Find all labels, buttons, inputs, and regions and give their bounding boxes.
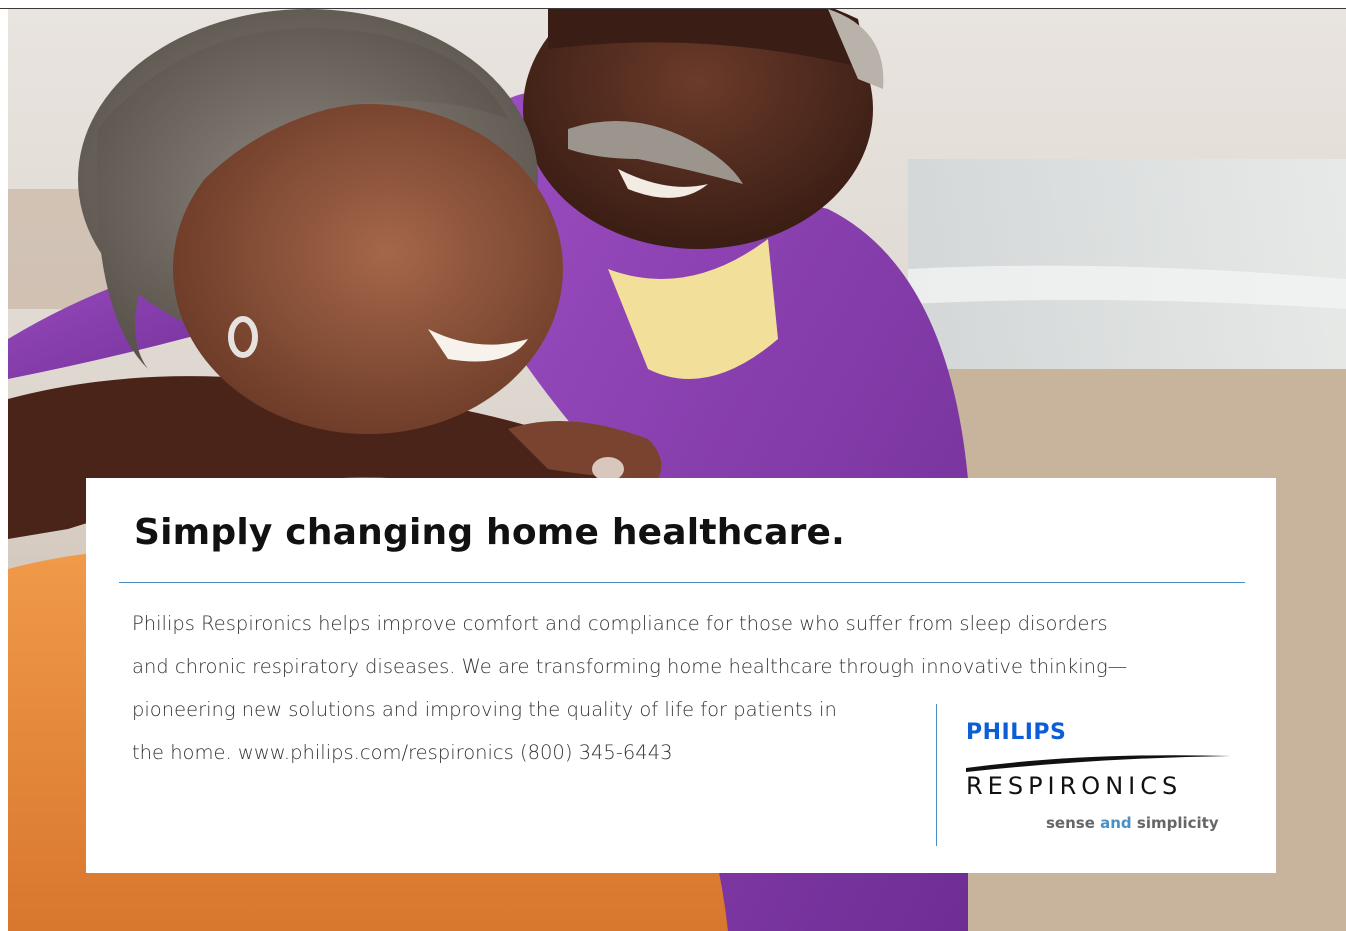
ad-headline: Simply changing home healthcare. xyxy=(134,512,846,553)
top-border xyxy=(0,0,1346,9)
swoosh-icon xyxy=(966,755,1231,772)
philips-wordmark: PHILIPS xyxy=(966,720,1067,745)
tagline-word-accent: and xyxy=(1100,814,1132,832)
tagline-word: sense xyxy=(1046,814,1095,832)
logo-tagline: sense and simplicity xyxy=(1046,814,1219,832)
tagline-word: simplicity xyxy=(1136,814,1219,832)
philips-respironics-logo: PHILIPS RESPIRONICS sense and simplicity xyxy=(966,714,1236,844)
advertisement: Simply changing home healthcare. Philips… xyxy=(0,0,1346,931)
body-line: Philips Respironics helps improve comfor… xyxy=(132,612,1108,635)
body-line: and chronic respiratory diseases. We are… xyxy=(132,655,1128,678)
logo-divider xyxy=(936,704,937,846)
ad-text-card: Simply changing home healthcare. Philips… xyxy=(86,478,1276,873)
headline-divider xyxy=(119,582,1245,583)
respironics-wordmark: RESPIRONICS xyxy=(966,772,1183,800)
